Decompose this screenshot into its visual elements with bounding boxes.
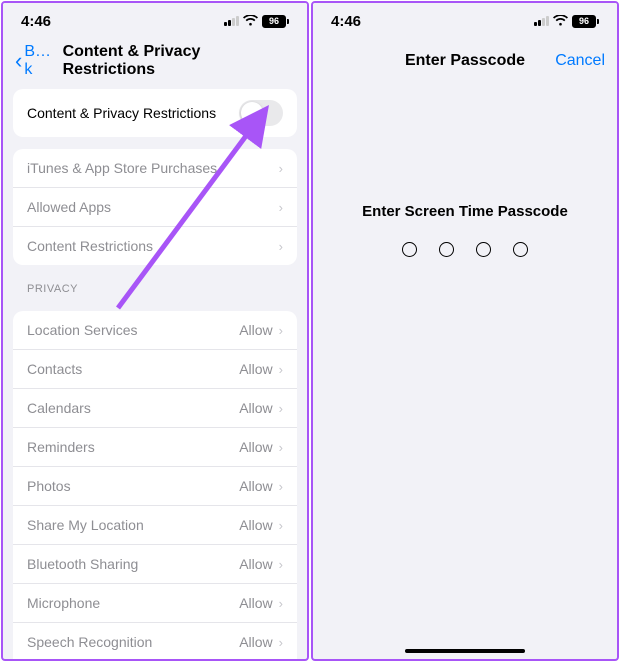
passcode-screen: 4:46 96 Enter Passcode Cancel Enter Scre… xyxy=(311,1,619,661)
speech-row[interactable]: Speech RecognitionAllow› xyxy=(13,623,297,659)
chevron-right-icon: › xyxy=(279,200,283,215)
passcode-dot xyxy=(513,242,528,257)
signal-icon xyxy=(224,16,239,26)
chevron-right-icon: › xyxy=(279,161,283,176)
status-right: 96 xyxy=(224,13,289,29)
chevron-right-icon: › xyxy=(279,518,283,533)
wifi-icon xyxy=(243,13,258,29)
back-label: B…k xyxy=(24,43,58,79)
reminders-row[interactable]: RemindersAllow› xyxy=(13,428,297,467)
chevron-right-icon: › xyxy=(279,239,283,254)
status-time: 4:46 xyxy=(331,13,361,30)
page-title: Enter Passcode xyxy=(405,52,525,70)
purchases-section: iTunes & App Store Purchases › Allowed A… xyxy=(13,149,297,265)
nav-bar: ‹ B…k Content & Privacy Restrictions xyxy=(3,39,307,83)
passcode-area: Enter Screen Time Passcode xyxy=(313,203,617,257)
status-bar: 4:46 96 xyxy=(313,3,617,39)
privacy-header: PRIVACY xyxy=(3,265,307,299)
content-privacy-toggle[interactable] xyxy=(239,100,283,126)
passcode-dots[interactable] xyxy=(313,242,617,257)
chevron-right-icon: › xyxy=(279,323,283,338)
privacy-section: Location ServicesAllow› ContactsAllow› C… xyxy=(13,311,297,659)
page-title: Content & Privacy Restrictions xyxy=(63,43,295,79)
location-services-row[interactable]: Location ServicesAllow› xyxy=(13,311,297,350)
allowed-apps-row[interactable]: Allowed Apps › xyxy=(13,188,297,227)
content-restrictions-row[interactable]: Content Restrictions › xyxy=(13,227,297,265)
microphone-row[interactable]: MicrophoneAllow› xyxy=(13,584,297,623)
chevron-right-icon: › xyxy=(279,557,283,572)
chevron-right-icon: › xyxy=(279,596,283,611)
status-bar: 4:46 96 xyxy=(3,3,307,39)
chevron-right-icon: › xyxy=(279,479,283,494)
toggle-label: Content & Privacy Restrictions xyxy=(27,105,239,121)
status-time: 4:46 xyxy=(21,13,51,30)
passcode-dot xyxy=(402,242,417,257)
toggle-section: Content & Privacy Restrictions xyxy=(13,89,297,137)
wifi-icon xyxy=(553,13,568,29)
chevron-right-icon: › xyxy=(279,440,283,455)
status-right: 96 xyxy=(534,13,599,29)
chevron-right-icon: › xyxy=(279,635,283,650)
passcode-dot xyxy=(476,242,491,257)
calendars-row[interactable]: CalendarsAllow› xyxy=(13,389,297,428)
chevron-left-icon: ‹ xyxy=(15,48,22,74)
contacts-row[interactable]: ContactsAllow› xyxy=(13,350,297,389)
passcode-prompt: Enter Screen Time Passcode xyxy=(313,203,617,220)
back-button[interactable]: ‹ B…k xyxy=(15,43,59,79)
chevron-right-icon: › xyxy=(279,401,283,416)
bluetooth-row[interactable]: Bluetooth SharingAllow› xyxy=(13,545,297,584)
settings-screen: 4:46 96 ‹ B…k Content & Privacy Restrict… xyxy=(1,1,309,661)
nav-bar: Enter Passcode Cancel xyxy=(313,39,617,83)
home-indicator[interactable] xyxy=(405,649,525,653)
passcode-dot xyxy=(439,242,454,257)
battery-icon: 96 xyxy=(572,15,599,28)
content-privacy-toggle-row[interactable]: Content & Privacy Restrictions xyxy=(13,89,297,137)
toggle-knob xyxy=(241,102,263,124)
cancel-button[interactable]: Cancel xyxy=(555,52,605,70)
share-location-row[interactable]: Share My LocationAllow› xyxy=(13,506,297,545)
battery-icon: 96 xyxy=(262,15,289,28)
chevron-right-icon: › xyxy=(279,362,283,377)
photos-row[interactable]: PhotosAllow› xyxy=(13,467,297,506)
settings-content: Content & Privacy Restrictions iTunes & … xyxy=(3,83,307,659)
itunes-purchases-row[interactable]: iTunes & App Store Purchases › xyxy=(13,149,297,188)
signal-icon xyxy=(534,16,549,26)
